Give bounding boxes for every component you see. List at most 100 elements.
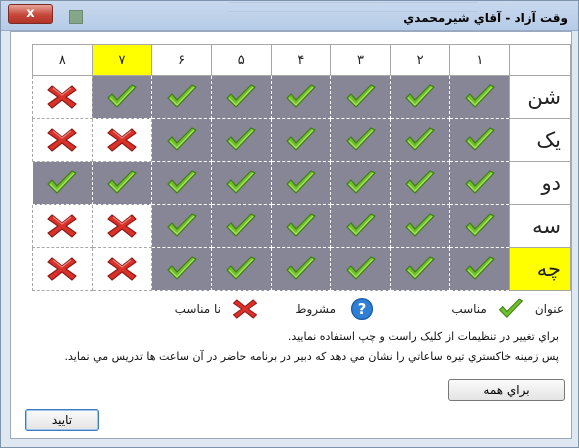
period-header[interactable]: ٧: [91, 44, 153, 76]
schedule-cell[interactable]: [449, 161, 511, 205]
day-label[interactable]: شن: [509, 75, 571, 119]
schedule-cell[interactable]: [32, 118, 93, 162]
schedule-cell[interactable]: [91, 161, 153, 205]
cross-icon: [107, 257, 137, 281]
period-header[interactable]: ٢: [389, 44, 451, 76]
check-icon: [166, 84, 197, 108]
day-label[interactable]: چه: [509, 247, 571, 291]
schedule-cell[interactable]: [330, 161, 391, 205]
cross-icon: [107, 128, 137, 152]
check-icon: [226, 213, 256, 237]
legend-conditional-label: مشروط: [295, 302, 336, 316]
schedule-cell[interactable]: [91, 75, 153, 119]
app-icon: [69, 10, 83, 24]
check-icon: [405, 256, 435, 280]
dialog-body: ٨٧۶۵۴٣٢١ شن یک دو سه چه عنوان مناسب ? مشروط …: [10, 31, 572, 439]
schedule-cell[interactable]: [91, 247, 153, 291]
day-label[interactable]: یک: [509, 118, 571, 162]
for-all-button[interactable]: براي همه: [448, 379, 565, 401]
close-button[interactable]: x: [8, 4, 53, 24]
schedule-cell[interactable]: [449, 118, 511, 162]
day-label[interactable]: سه: [509, 204, 571, 248]
title-bar[interactable]: x وقت آزاد - آقاي شيرمحمدي: [1, 1, 578, 31]
schedule-cell[interactable]: [449, 204, 511, 248]
schedule-cell[interactable]: [270, 161, 332, 205]
check-icon: [465, 213, 495, 237]
schedule-cell[interactable]: [32, 204, 93, 248]
schedule-cell[interactable]: [151, 204, 212, 248]
schedule-cell[interactable]: [330, 247, 391, 291]
check-icon: [286, 170, 316, 194]
schedule-cell[interactable]: [32, 161, 93, 205]
schedule-cell[interactable]: [151, 161, 212, 205]
check-icon: [345, 127, 376, 151]
period-header[interactable]: ۵: [210, 44, 272, 76]
schedule-cell[interactable]: [389, 247, 451, 291]
cross-icon: [107, 214, 137, 238]
window-title: وقت آزاد - آقاي شيرمحمدي: [403, 11, 568, 25]
check-icon: [226, 256, 256, 280]
schedule-cell[interactable]: [270, 118, 332, 162]
day-label[interactable]: دو: [509, 161, 571, 205]
legend-unsuitable: نا مناسب: [175, 296, 259, 322]
schedule-cell[interactable]: [389, 161, 451, 205]
schedule-cell[interactable]: [330, 75, 391, 119]
schedule-cell[interactable]: [210, 161, 272, 205]
schedule-cell[interactable]: [32, 75, 93, 119]
schedule-cell[interactable]: [151, 75, 212, 119]
period-header[interactable]: ٨: [32, 44, 93, 76]
day-row: چه: [32, 247, 571, 291]
check-icon: [166, 256, 197, 280]
check-icon: [405, 84, 435, 108]
check-icon: [226, 127, 256, 151]
day-row: شن: [32, 75, 571, 119]
schedule-cell[interactable]: [210, 204, 272, 248]
schedule-cell[interactable]: [210, 75, 272, 119]
schedule-cell[interactable]: [270, 247, 332, 291]
confirm-button[interactable]: تاييد: [25, 409, 99, 431]
schedule-cell[interactable]: [330, 204, 391, 248]
check-icon: [107, 170, 137, 194]
info-text-2: پس زمينه خاکستري تيره ساعاتي را نشان مي …: [64, 350, 559, 363]
legend-title: عنوان: [534, 302, 564, 316]
schedule-cell[interactable]: [151, 118, 212, 162]
schedule-cell[interactable]: [389, 75, 451, 119]
schedule-cell[interactable]: [32, 247, 93, 291]
check-icon: [166, 127, 197, 151]
check-icon: [286, 213, 316, 237]
schedule-cell[interactable]: [389, 204, 451, 248]
schedule-cell[interactable]: [449, 247, 511, 291]
period-header[interactable]: ۴: [270, 44, 332, 76]
info-text-1: براي تغيير در تنظيمات از کليک راست و چپ …: [287, 330, 559, 343]
question-icon: ?: [350, 297, 374, 321]
legend-suitable: عنوان مناسب: [451, 296, 564, 322]
schedule-cell[interactable]: [270, 75, 332, 119]
day-row: یک: [32, 118, 571, 162]
schedule-cell[interactable]: [449, 75, 511, 119]
schedule-cell[interactable]: [91, 204, 153, 248]
period-header[interactable]: ٣: [330, 44, 391, 76]
period-header[interactable]: ۶: [151, 44, 212, 76]
schedule-grid: ٨٧۶۵۴٣٢١ شن یک دو سه چه: [32, 44, 571, 291]
schedule-cell[interactable]: [210, 247, 272, 291]
cross-icon: [47, 85, 77, 109]
day-row: سه: [32, 204, 571, 248]
period-header[interactable]: ١: [449, 44, 511, 76]
check-icon: [226, 84, 256, 108]
check-icon: [345, 213, 376, 237]
schedule-cell[interactable]: [389, 118, 451, 162]
check-icon: [465, 84, 495, 108]
schedule-cell[interactable]: [151, 247, 212, 291]
legend-conditional: ? مشروط: [295, 296, 376, 322]
schedule-cell[interactable]: [330, 118, 391, 162]
check-icon: [345, 170, 376, 194]
check-icon: [47, 170, 77, 194]
check-icon: [465, 256, 495, 280]
schedule-cell[interactable]: [270, 204, 332, 248]
check-icon: [226, 170, 256, 194]
check-icon: [498, 298, 523, 318]
schedule-cell[interactable]: [210, 118, 272, 162]
legend-suitable-label: مناسب: [451, 302, 487, 316]
schedule-cell[interactable]: [91, 118, 153, 162]
cross-icon: [232, 299, 258, 319]
